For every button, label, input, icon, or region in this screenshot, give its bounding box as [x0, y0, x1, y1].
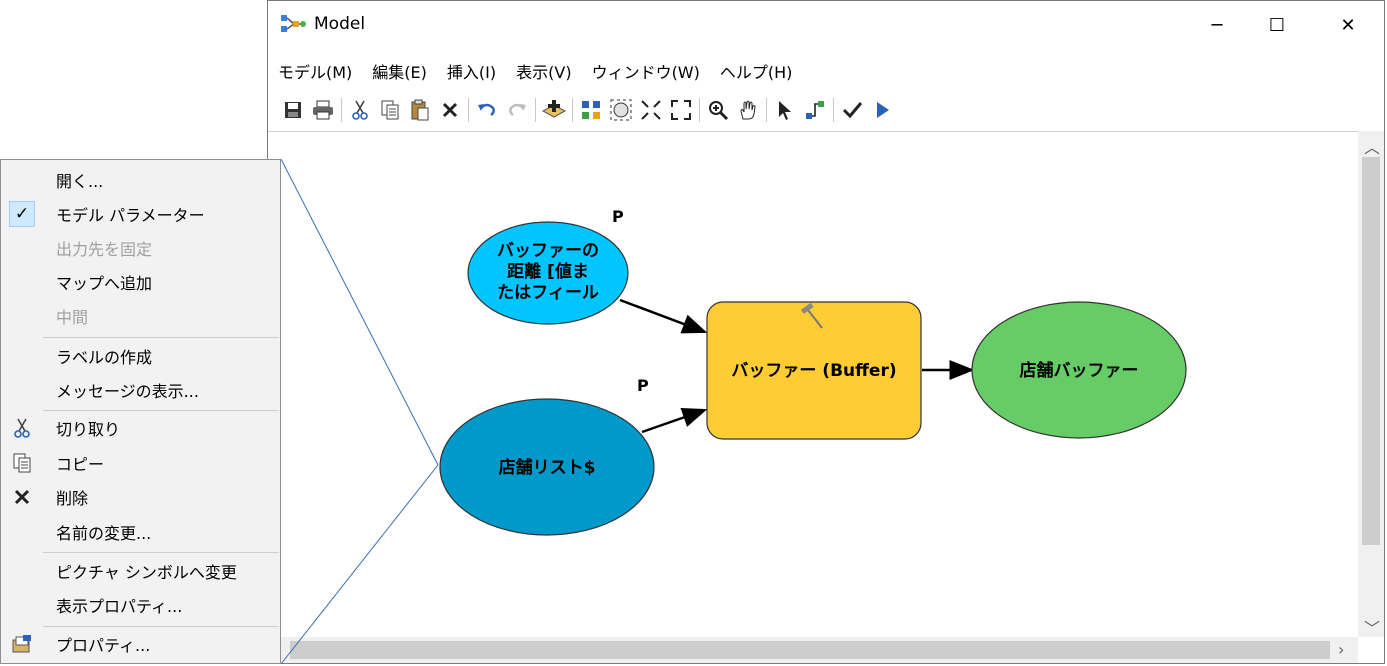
copy-icon: [9, 450, 35, 476]
menu-display-properties[interactable]: 表示プロパティ...: [1, 588, 280, 622]
context-menu: 開く... ✓ モデル パラメーター 出力先を固定 マップへ追加 中間 ラベルの…: [0, 159, 281, 664]
menu-create-label[interactable]: ラベルの作成: [1, 339, 280, 373]
menu-view-messages-label: メッセージの表示...: [56, 382, 199, 401]
cut-icon: [9, 415, 35, 441]
menu-change-to-picture-symbol[interactable]: ピクチャ シンボルへ変更: [1, 554, 280, 588]
menu-display-properties-label: 表示プロパティ...: [56, 597, 183, 616]
delete-icon: [9, 484, 35, 510]
menu-add-to-map-label: マップへ追加: [56, 274, 153, 293]
menu-separator: [43, 552, 279, 553]
menu-intermediate: 中間: [1, 299, 280, 333]
menu-rename[interactable]: 名前の変更...: [1, 515, 280, 549]
menu-separator: [43, 337, 279, 338]
menu-fix-output-label: 出力先を固定: [56, 240, 153, 259]
menu-intermediate-label: 中間: [56, 308, 89, 327]
menu-cut-label: 切り取り: [56, 420, 121, 439]
properties-icon: [9, 631, 35, 657]
menu-copy[interactable]: コピー: [1, 446, 280, 480]
menu-model-parameter-label: モデル パラメーター: [56, 206, 205, 225]
menu-create-label-label: ラベルの作成: [56, 348, 153, 367]
checkmark-icon: ✓: [9, 201, 35, 227]
menu-open-label: 開く...: [56, 172, 104, 191]
menu-delete[interactable]: 削除: [1, 480, 280, 514]
menu-fix-output: 出力先を固定: [1, 231, 280, 265]
menu-delete-label: 削除: [56, 489, 89, 508]
menu-change-to-picture-symbol-label: ピクチャ シンボルへ変更: [56, 563, 237, 582]
menu-view-messages[interactable]: メッセージの表示...: [1, 373, 280, 407]
menu-copy-label: コピー: [56, 455, 105, 474]
menu-cut[interactable]: 切り取り: [1, 411, 280, 445]
menu-properties-label: プロパティ...: [56, 636, 151, 655]
menu-model-parameter[interactable]: ✓ モデル パラメーター: [1, 197, 280, 231]
menu-open[interactable]: 開く...: [1, 163, 280, 197]
menu-properties[interactable]: プロパティ...: [1, 627, 280, 661]
menu-add-to-map[interactable]: マップへ追加: [1, 265, 280, 299]
menu-rename-label: 名前の変更...: [56, 524, 152, 543]
